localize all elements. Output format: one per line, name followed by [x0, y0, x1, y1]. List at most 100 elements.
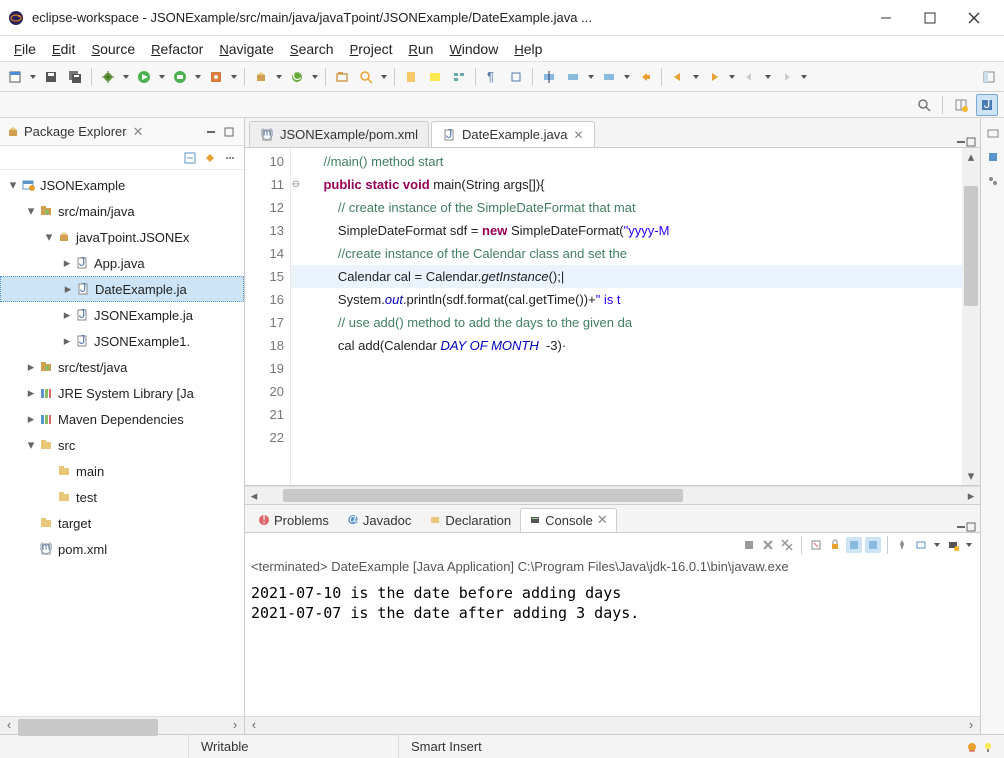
new-package-button[interactable] [250, 66, 272, 88]
menu-file[interactable]: File [6, 38, 44, 60]
tree-twisty[interactable]: ▸ [24, 385, 38, 401]
back-button[interactable] [667, 66, 689, 88]
editor-minimize-button[interactable] [956, 137, 966, 147]
lightbulb-icon[interactable] [980, 739, 996, 755]
close-button[interactable] [952, 3, 996, 33]
bottom-tab-problems[interactable]: !Problems [249, 508, 338, 532]
forward-button[interactable] [703, 66, 725, 88]
open-perspective-button[interactable] [950, 94, 972, 116]
view-close-x[interactable]: ✕ [133, 124, 144, 140]
menu-help[interactable]: Help [506, 38, 550, 60]
block-button[interactable] [505, 66, 527, 88]
bottom-maximize-button[interactable] [966, 522, 976, 532]
search-dropdown[interactable] [379, 75, 389, 79]
tree-twisty[interactable]: ▸ [60, 307, 74, 323]
java-perspective-button[interactable]: J [976, 94, 998, 116]
open-type-button[interactable] [331, 66, 353, 88]
nav-back-button[interactable] [739, 66, 761, 88]
nav-forward-button[interactable] [775, 66, 797, 88]
new-button[interactable] [4, 66, 26, 88]
new-package-dropdown[interactable] [274, 75, 284, 79]
tip-of-day-icon[interactable] [964, 739, 980, 755]
tree-twisty[interactable]: ▾ [24, 437, 38, 453]
nav-back-dropdown[interactable] [763, 75, 773, 79]
bottom-minimize-button[interactable] [956, 522, 966, 532]
editor-code-area[interactable]: //main() method start public static void… [291, 148, 962, 485]
open-console-dropdown[interactable] [964, 543, 974, 547]
tree-item[interactable]: ▸JJSONExample.ja [0, 302, 244, 328]
tree-item[interactable]: ▾JSONExample [0, 172, 244, 198]
nav-forward-dropdown[interactable] [799, 75, 809, 79]
annotation-prev-button[interactable] [538, 66, 560, 88]
terminate-button[interactable] [741, 537, 757, 553]
debug-button[interactable] [97, 66, 119, 88]
tab-close-icon[interactable]: ✕ [573, 128, 583, 142]
annotation-up-button[interactable] [598, 66, 620, 88]
menu-source[interactable]: Source [83, 38, 143, 60]
console-hscrollbar[interactable]: ‹› [245, 716, 980, 734]
back-dropdown[interactable] [691, 75, 701, 79]
code-editor[interactable]: 10111213141516171819202122 //main() meth… [245, 148, 980, 486]
tree-item[interactable]: ▸JDateExample.ja [0, 276, 244, 302]
debug-dropdown[interactable] [121, 75, 131, 79]
menu-refactor[interactable]: Refactor [143, 38, 211, 60]
editor-tab[interactable]: ⓜJSONExample/pom.xml [249, 121, 429, 147]
forward-dropdown[interactable] [727, 75, 737, 79]
tree-item[interactable]: ▾src [0, 432, 244, 458]
editor-hscrollbar[interactable]: ◂▸ [245, 486, 980, 504]
tree-item[interactable]: ▾src/main/java [0, 198, 244, 224]
tree-item[interactable]: ▸JRE System Library [Ja [0, 380, 244, 406]
tree-item[interactable]: ▸JApp.java [0, 250, 244, 276]
bottom-tab-javadoc[interactable]: @Javadoc [338, 508, 420, 532]
tree-twisty[interactable]: ▸ [24, 411, 38, 427]
save-all-button[interactable] [64, 66, 86, 88]
display-console-button[interactable] [913, 537, 929, 553]
menu-edit[interactable]: Edit [44, 38, 83, 60]
new-class-dropdown[interactable] [310, 75, 320, 79]
clear-console-button[interactable] [808, 537, 824, 553]
editor-vscrollbar[interactable]: ▴▾ [962, 148, 980, 485]
toggle-mark-button[interactable] [400, 66, 422, 88]
run-button[interactable] [133, 66, 155, 88]
tab-close-icon[interactable]: ✕ [597, 512, 608, 528]
display-console-dropdown[interactable] [932, 543, 942, 547]
tree-item[interactable]: ▾javaTpoint.JSONEx [0, 224, 244, 250]
annotation-up-dropdown[interactable] [622, 75, 632, 79]
tree-item[interactable]: target [0, 510, 244, 536]
external-tools-dropdown[interactable] [229, 75, 239, 79]
tree-twisty[interactable]: ▸ [24, 359, 38, 375]
coverage-button[interactable] [169, 66, 191, 88]
collapse-all-button[interactable] [182, 150, 198, 166]
annotation-next-dropdown[interactable] [586, 75, 596, 79]
bottom-tab-console[interactable]: Console ✕ [520, 508, 617, 532]
tree-item[interactable]: ▸src/test/java [0, 354, 244, 380]
tree-item[interactable]: ⓜpom.xml [0, 536, 244, 562]
toggle-breadcrumb-button[interactable] [448, 66, 470, 88]
tree-twisty[interactable]: ▸ [60, 255, 74, 271]
open-console-button[interactable] [945, 537, 961, 553]
new-class-button[interactable]: C [286, 66, 308, 88]
restore-view-button[interactable] [984, 124, 1002, 142]
tree-item[interactable]: main [0, 458, 244, 484]
console-output[interactable]: 2021-07-10 is the date before adding day… [245, 579, 980, 716]
remove-launch-button[interactable] [760, 537, 776, 553]
perspective-button[interactable] [978, 66, 1000, 88]
bottom-tab-declaration[interactable]: Declaration [420, 508, 520, 532]
annotation-next-button[interactable] [562, 66, 584, 88]
new-dropdown[interactable] [28, 75, 38, 79]
remove-all-button[interactable] [779, 537, 795, 553]
minimize-view-button[interactable] [202, 123, 220, 141]
run-dropdown[interactable] [157, 75, 167, 79]
tree-twisty[interactable]: ▸ [61, 281, 75, 297]
save-button[interactable] [40, 66, 62, 88]
show-console-button[interactable] [865, 537, 881, 553]
sidebar-hscrollbar[interactable]: ‹ › [0, 716, 244, 734]
menu-navigate[interactable]: Navigate [211, 38, 282, 60]
editor-maximize-button[interactable] [966, 137, 976, 147]
toggle-highlight-button[interactable] [424, 66, 446, 88]
menu-window[interactable]: Window [441, 38, 506, 60]
editor-gutter[interactable]: 10111213141516171819202122 [245, 148, 291, 485]
outline-trim-icon[interactable] [984, 172, 1002, 190]
task-list-trim-icon[interactable] [984, 148, 1002, 166]
tree-twisty[interactable]: ▾ [6, 177, 20, 193]
